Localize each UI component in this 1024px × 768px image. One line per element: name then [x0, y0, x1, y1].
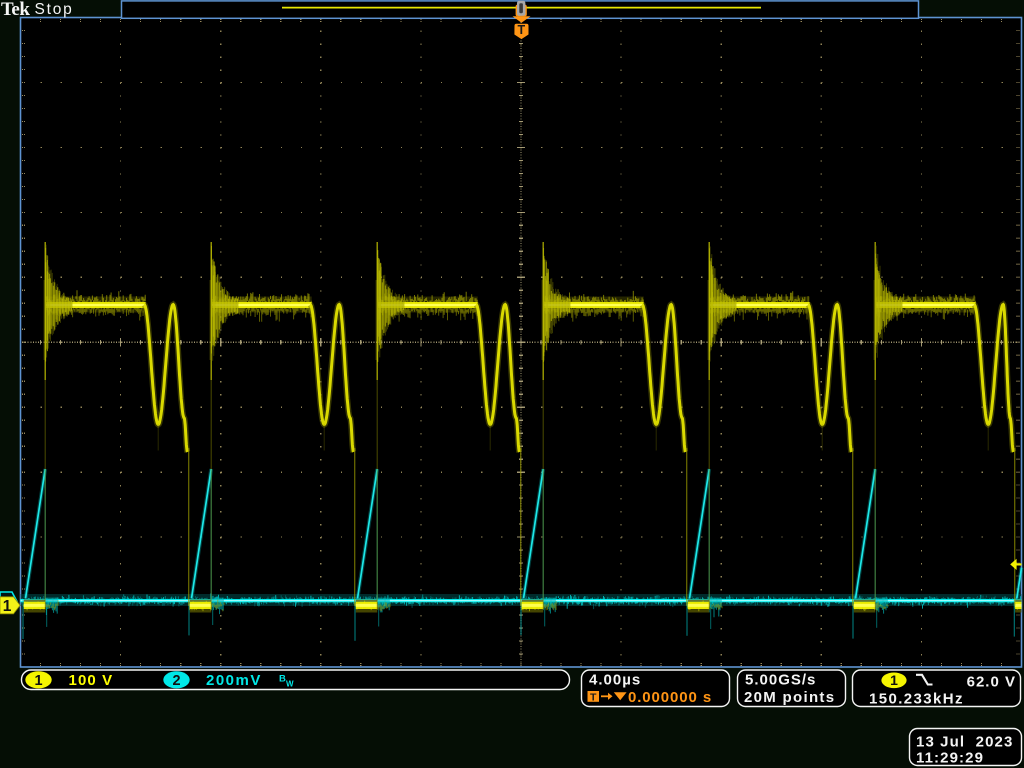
svg-text:100 V: 100 V — [69, 672, 114, 689]
svg-text:1: 1 — [3, 598, 12, 615]
svg-text:13 Jul 2023: 13 Jul 2023 — [916, 734, 1013, 751]
svg-text:Stop: Stop — [35, 1, 74, 18]
svg-text:11:29:29: 11:29:29 — [916, 750, 984, 767]
svg-text:B: B — [279, 674, 286, 685]
svg-text:2: 2 — [172, 673, 180, 689]
svg-text:200mV: 200mV — [206, 672, 262, 689]
svg-text:0.000000 s: 0.000000 s — [628, 689, 712, 706]
svg-text:5.00GS/s: 5.00GS/s — [745, 671, 816, 688]
svg-text:4.00µs: 4.00µs — [589, 671, 641, 688]
svg-text:W: W — [286, 680, 294, 689]
svg-text:Tek: Tek — [1, 0, 30, 20]
svg-text:62.0 V: 62.0 V — [967, 673, 1016, 690]
svg-text:T: T — [590, 691, 597, 703]
svg-text:T: T — [517, 23, 525, 37]
svg-text:1: 1 — [34, 673, 42, 689]
svg-text:20M points: 20M points — [744, 689, 835, 706]
svg-text:150.233kHz: 150.233kHz — [869, 691, 964, 708]
svg-text:1: 1 — [890, 672, 898, 688]
